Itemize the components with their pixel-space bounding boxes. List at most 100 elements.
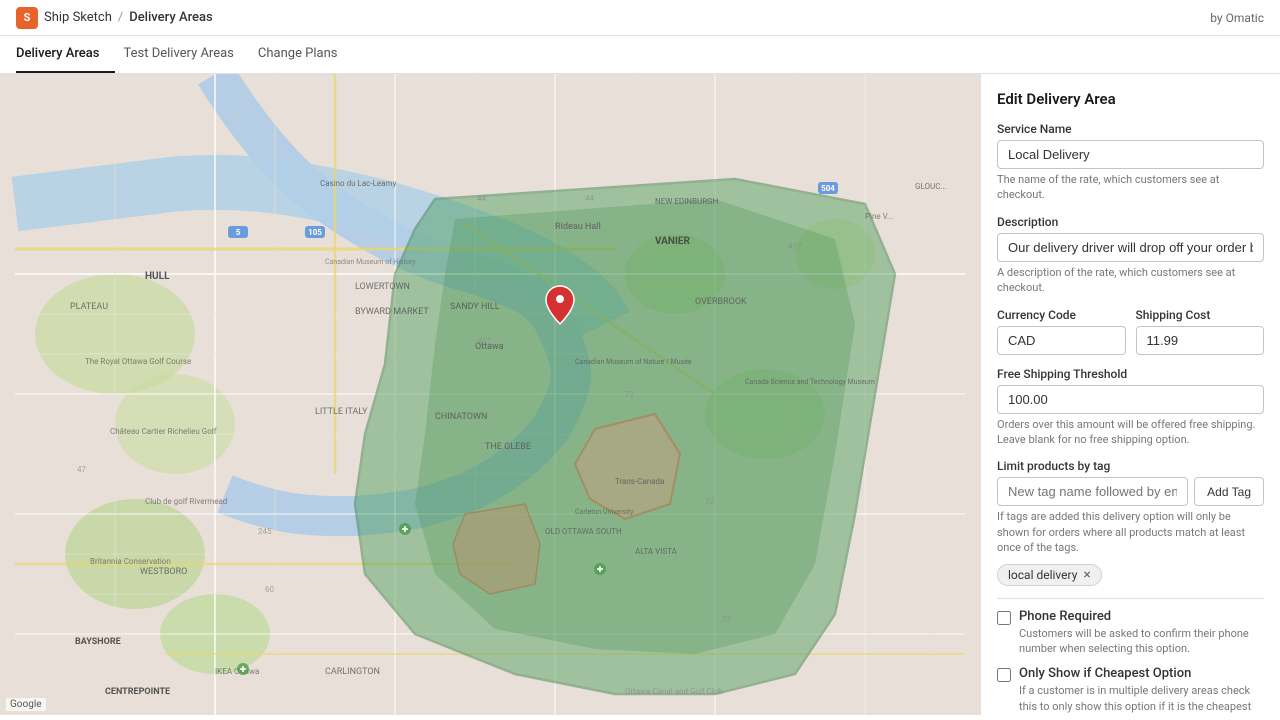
svg-text:Rideau Hall: Rideau Hall [555, 222, 601, 232]
svg-text:OLD OTTAWA SOUTH: OLD OTTAWA SOUTH [545, 527, 622, 536]
svg-text:417: 417 [788, 242, 802, 251]
phone-required-row: Phone Required Customers will be asked t… [997, 609, 1264, 657]
svg-text:245: 245 [258, 527, 272, 536]
svg-text:Club de golf Rivermead: Club de golf Rivermead [145, 497, 227, 506]
svg-text:Casino du Lac-Leamy: Casino du Lac-Leamy [320, 179, 396, 188]
svg-text:The Royal Ottawa Golf Course: The Royal Ottawa Golf Course [85, 357, 191, 366]
shipping-cost-field: Shipping Cost [1136, 308, 1265, 355]
svg-text:417: 417 [478, 337, 492, 346]
svg-text:NEW EDINBURGH: NEW EDINBURGH [655, 197, 719, 206]
svg-text:60: 60 [265, 585, 274, 594]
svg-text:WESTBORO: WESTBORO [140, 567, 187, 577]
free-shipping-field: Free Shipping Threshold Orders over this… [997, 367, 1264, 448]
svg-text:44: 44 [585, 194, 594, 203]
add-tag-button[interactable]: Add Tag [1194, 477, 1264, 506]
free-shipping-label: Free Shipping Threshold [997, 367, 1264, 381]
tags-hint: If tags are added this delivery option w… [997, 509, 1264, 555]
phone-required-text: Phone Required Customers will be asked t… [1019, 609, 1264, 657]
shipping-cost-input[interactable] [1136, 326, 1265, 355]
svg-text:CARLINGTON: CARLINGTON [325, 667, 380, 677]
tag-pill-local-delivery: local delivery × [997, 564, 1102, 586]
svg-text:BAYSHORE: BAYSHORE [75, 637, 121, 647]
svg-text:504: 504 [821, 184, 835, 193]
phone-required-checkbox[interactable] [997, 611, 1011, 625]
svg-text:105: 105 [308, 228, 322, 237]
description-label: Description [997, 215, 1264, 229]
edit-panel: Edit Delivery Area Service Name The name… [980, 74, 1280, 715]
currency-code-label: Currency Code [997, 308, 1126, 322]
service-name-input[interactable] [997, 140, 1264, 169]
phone-required-label[interactable]: Phone Required [1019, 609, 1111, 624]
map-svg: Rideau Hall NEW EDINBURGH VANIER LOWERTO… [0, 74, 980, 715]
svg-text:Britannia Conservation: Britannia Conservation [90, 557, 171, 566]
svg-text:73: 73 [722, 615, 731, 624]
tag-input-row: Add Tag [997, 477, 1264, 506]
svg-text:✚: ✚ [402, 525, 409, 534]
svg-text:Château Cartier Richelieu Golf: Château Cartier Richelieu Golf [110, 427, 217, 436]
tag-name-input[interactable] [997, 477, 1188, 506]
only-cheapest-hint: If a customer is in multiple delivery ar… [1019, 683, 1264, 715]
svg-text:THE GLEBE: THE GLEBE [485, 442, 531, 452]
description-input[interactable] [997, 233, 1264, 262]
tab-test-delivery-areas[interactable]: Test Delivery Areas [123, 36, 249, 73]
description-hint: A description of the rate, which custome… [997, 265, 1264, 296]
svg-text:Canadian Museum of History: Canadian Museum of History [325, 258, 416, 266]
svg-text:72: 72 [705, 497, 714, 506]
currency-code-input[interactable] [997, 326, 1126, 355]
svg-text:OVERBROOK: OVERBROOK [695, 297, 747, 307]
svg-text:SANDY HILL: SANDY HILL [450, 302, 500, 312]
tags-container: local delivery × [997, 564, 1264, 586]
svg-text:HULL: HULL [145, 271, 170, 282]
svg-text:5: 5 [236, 228, 241, 237]
svg-text:Pine V...: Pine V... [865, 212, 893, 221]
only-cheapest-row: Only Show if Cheapest Option If a custom… [997, 666, 1264, 715]
divider-1 [997, 598, 1264, 599]
description-field: Description A description of the rate, w… [997, 215, 1264, 296]
panel-title: Edit Delivery Area [997, 90, 1264, 108]
breadcrumb-page: Delivery Areas [129, 10, 212, 25]
google-attribution: Google [6, 698, 46, 711]
svg-text:Canadian Museum of Nature / Mu: Canadian Museum of Nature / Musée [575, 358, 692, 366]
svg-text:CENTREPOINTE: CENTREPOINTE [105, 687, 170, 697]
svg-text:ALTA VISTA: ALTA VISTA [635, 547, 678, 556]
tag-remove-button[interactable]: × [1083, 568, 1090, 582]
svg-text:✚: ✚ [240, 665, 247, 674]
service-name-label: Service Name [997, 122, 1264, 136]
svg-text:GLOUC...: GLOUC... [915, 182, 947, 191]
service-name-hint: The name of the rate, which customers se… [997, 172, 1264, 203]
limit-products-label: Limit products by tag [997, 459, 1264, 473]
map-container[interactable]: Rideau Hall NEW EDINBURGH VANIER LOWERTO… [0, 74, 980, 715]
free-shipping-input[interactable] [997, 385, 1264, 414]
nav-tabs: Delivery Areas Test Delivery Areas Chang… [0, 36, 1280, 74]
currency-shipping-row: Currency Code Shipping Cost [997, 308, 1264, 367]
service-name-field: Service Name The name of the rate, which… [997, 122, 1264, 203]
currency-code-field: Currency Code [997, 308, 1126, 355]
svg-text:CHINATOWN: CHINATOWN [435, 412, 487, 422]
breadcrumb: S Ship Sketch / Delivery Areas [16, 7, 213, 29]
svg-text:47: 47 [77, 465, 86, 474]
tab-change-plans[interactable]: Change Plans [258, 36, 354, 73]
tab-delivery-areas[interactable]: Delivery Areas [16, 36, 115, 73]
svg-text:Carleton University: Carleton University [575, 508, 634, 516]
app-logo: S [16, 7, 38, 29]
breadcrumb-separator: / [118, 10, 123, 25]
free-shipping-hint: Orders over this amount will be offered … [997, 417, 1264, 448]
brand-name: Ship Sketch [44, 10, 112, 25]
svg-text:Trans-Canada: Trans-Canada [615, 477, 664, 486]
shipping-cost-label: Shipping Cost [1136, 308, 1265, 322]
only-cheapest-checkbox[interactable] [997, 668, 1011, 682]
svg-text:LOWERTOWN: LOWERTOWN [355, 282, 410, 292]
svg-text:72: 72 [625, 390, 634, 399]
svg-text:LITTLE ITALY: LITTLE ITALY [315, 407, 368, 417]
svg-text:BYWARD MARKET: BYWARD MARKET [355, 307, 429, 317]
phone-required-hint: Customers will be asked to confirm their… [1019, 626, 1264, 657]
app-header: S Ship Sketch / Delivery Areas by Omatic [0, 0, 1280, 36]
svg-text:Canada Science and Technology: Canada Science and Technology Museum [745, 378, 875, 386]
header-by-label: by Omatic [1210, 11, 1264, 25]
tag-pill-label: local delivery [1008, 568, 1077, 582]
svg-text:PLATEAU: PLATEAU [70, 302, 108, 312]
main-content: Rideau Hall NEW EDINBURGH VANIER LOWERTO… [0, 74, 1280, 715]
limit-products-field: Limit products by tag Add Tag If tags ar… [997, 459, 1264, 585]
svg-text:Ottawa Canal and Golf Club: Ottawa Canal and Golf Club [625, 687, 723, 696]
only-cheapest-label[interactable]: Only Show if Cheapest Option [1019, 666, 1191, 681]
